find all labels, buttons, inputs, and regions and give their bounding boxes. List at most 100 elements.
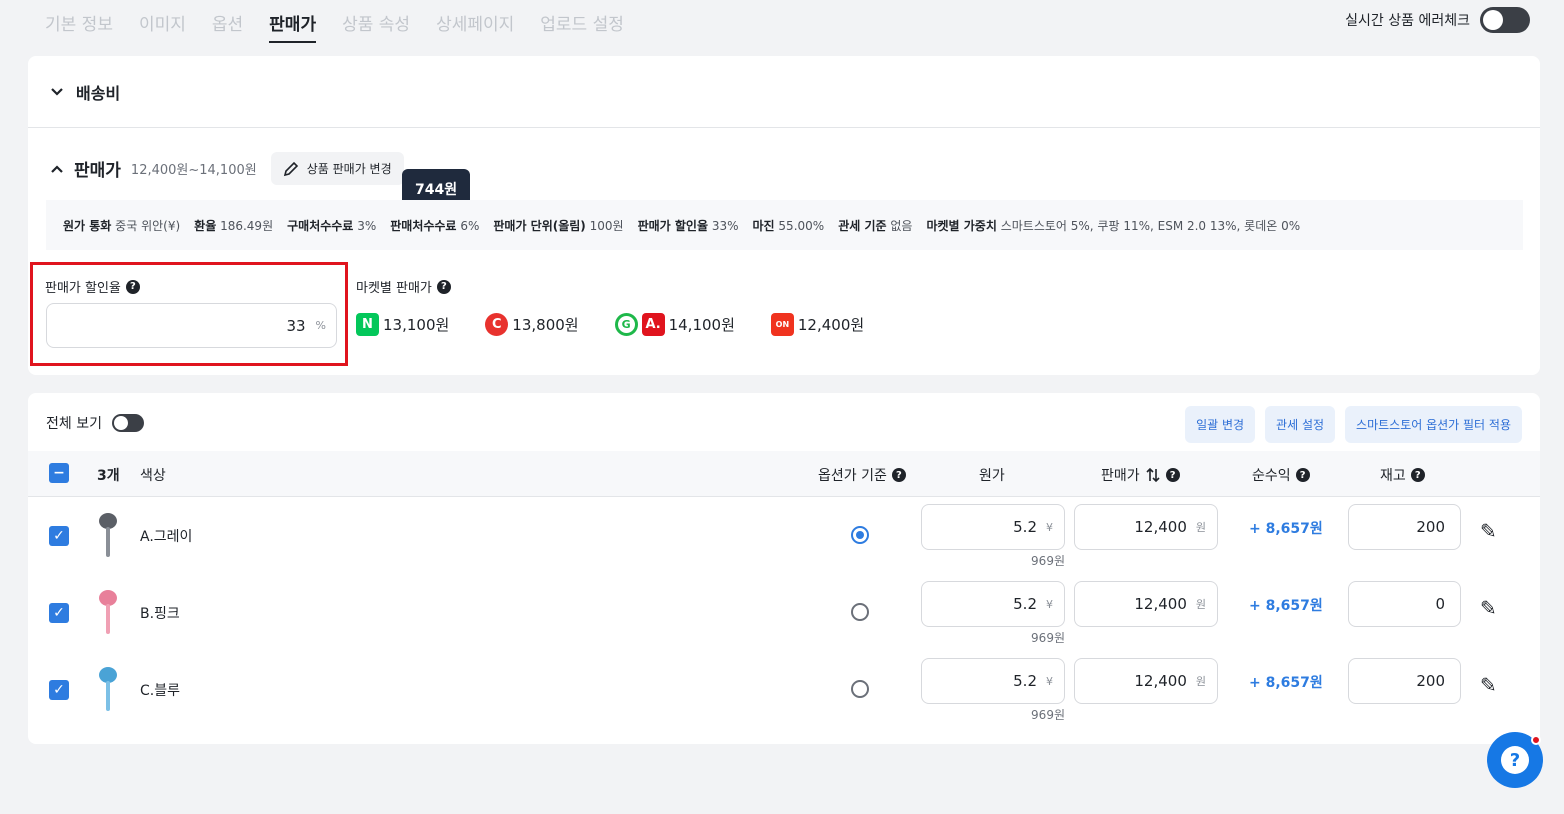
- market-price-value: 13,100원: [383, 316, 450, 334]
- sort-icon[interactable]: [1145, 467, 1161, 483]
- stock-input[interactable]: 0: [1348, 581, 1461, 627]
- price-section-header: 판매가 12,400원~14,100원 상품 판매가 변경: [50, 152, 404, 185]
- price-info-bar: 원가 통화 중국 위안(¥) 환율 186.49원 구매처수수료 3% 판매처수…: [46, 200, 1523, 250]
- realtime-error-check-label: 실시간 상품 에러체크: [1345, 13, 1470, 29]
- table-row: ✓ A.그레이 5.2 ¥ 969원 12,400 원 + 8,657원 200 ✎: [28, 499, 1540, 575]
- market-price-value: 13,800원: [512, 316, 579, 334]
- cost-krw: 969원: [1031, 708, 1065, 722]
- price-input[interactable]: 12,400 원: [1074, 581, 1218, 627]
- price-title: 판매가: [74, 161, 121, 181]
- row-checkbox[interactable]: ✓: [49, 525, 69, 546]
- edit-icon[interactable]: ✎: [1480, 519, 1497, 543]
- col-profit: 순수익?: [1252, 465, 1310, 485]
- gmarket-icon: G: [614, 313, 638, 336]
- tab-basic-info[interactable]: 기본 정보: [45, 10, 113, 43]
- coupang-icon: C: [485, 313, 509, 336]
- market-price-value: 12,400원: [797, 316, 865, 334]
- market-price-naver: N 13,100원: [356, 313, 449, 336]
- tab-images[interactable]: 이미지: [139, 10, 186, 43]
- view-all-toggle[interactable]: [111, 414, 144, 432]
- shipping-section-header[interactable]: 배송비: [28, 56, 1540, 128]
- tariff-settings-button[interactable]: 관세 설정: [1265, 406, 1336, 443]
- profit-value: + 8,657원: [1249, 675, 1323, 691]
- realtime-error-check-toggle[interactable]: [1480, 7, 1530, 33]
- market-price-label-text: 마켓별 판매가: [356, 281, 432, 296]
- price-input[interactable]: 12,400 원: [1074, 504, 1218, 550]
- market-price-lotteon: ON 12,400원: [770, 313, 865, 336]
- table-actions: 일괄 변경 관세 설정 스마트스토어 옵션가 필터 적용: [1185, 406, 1522, 443]
- market-price-value: 14,100원: [668, 316, 735, 334]
- help-chat-button[interactable]: ?: [1487, 732, 1543, 788]
- col-option-base: 옵션가 기준?: [818, 465, 906, 485]
- tab-attributes[interactable]: 상품 속성: [342, 10, 410, 43]
- help-icon[interactable]: ?: [436, 279, 451, 294]
- table-header: − 3개 색상 옵션가 기준? 원가 판매가 ? 순수익? 재고?: [28, 451, 1540, 497]
- info-item: 판매처수수료 6%: [390, 218, 480, 233]
- chevron-up-icon[interactable]: [50, 162, 64, 176]
- help-icon[interactable]: ?: [891, 468, 906, 482]
- option-name: A.그레이: [140, 529, 193, 545]
- tab-detail-page[interactable]: 상세페이지: [436, 10, 514, 43]
- tab-price[interactable]: 판매가: [269, 10, 317, 43]
- product-thumbnail: [91, 588, 125, 646]
- option-base-radio[interactable]: [851, 526, 869, 544]
- discount-label-text: 판매가 할인율: [45, 281, 121, 296]
- help-icon[interactable]: ?: [1165, 468, 1180, 482]
- change-price-label: 상품 판매가 변경: [306, 162, 392, 176]
- shipping-title: 배송비: [76, 83, 121, 103]
- option-base-radio[interactable]: [851, 680, 869, 698]
- pencil-icon: [283, 161, 298, 176]
- top-tabs: 기본 정보 이미지 옵션 판매가 상품 속성 상세페이지 업로드 설정: [45, 10, 650, 43]
- discount-input[interactable]: 33 %: [46, 303, 337, 348]
- info-item: 마진 55.00%: [752, 218, 825, 233]
- auction-icon: A.: [641, 313, 665, 336]
- option-name: B.핑크: [140, 606, 180, 622]
- cost-input[interactable]: 5.2 ¥: [921, 581, 1065, 627]
- product-thumbnail: [91, 665, 125, 723]
- option-name: C.블루: [140, 683, 180, 699]
- option-base-radio[interactable]: [851, 603, 869, 621]
- cost-input[interactable]: 5.2 ¥: [921, 658, 1065, 704]
- discount-label: 판매가 할인율 ?: [45, 277, 140, 296]
- view-all-control: 전체 보기: [46, 413, 144, 433]
- stock-input[interactable]: 200: [1348, 658, 1461, 704]
- table-row: ✓ B.핑크 5.2 ¥ 969원 12,400 원 + 8,657원 0 ✎: [28, 576, 1540, 652]
- change-price-button[interactable]: 상품 판매가 변경: [270, 152, 404, 185]
- info-item: 환율 186.49원: [194, 218, 274, 233]
- help-icon[interactable]: ?: [125, 279, 140, 294]
- help-icon[interactable]: ?: [1410, 468, 1425, 482]
- bulk-change-button[interactable]: 일괄 변경: [1185, 406, 1256, 443]
- naver-icon: N: [356, 313, 379, 336]
- discount-unit: %: [315, 319, 326, 332]
- info-item: 마켓별 가중치 스마트스토어 5%, 쿠팡 11%, ESM 2.0 13%, …: [926, 218, 1301, 233]
- row-checkbox[interactable]: ✓: [49, 679, 69, 700]
- edit-icon[interactable]: ✎: [1480, 673, 1497, 697]
- options-table-card: 전체 보기 일괄 변경 관세 설정 스마트스토어 옵션가 필터 적용 − 3개 …: [28, 393, 1540, 744]
- product-thumbnail: [91, 511, 125, 569]
- tab-upload-settings[interactable]: 업로드 설정: [540, 10, 624, 43]
- cost-krw: 969원: [1031, 631, 1065, 645]
- row-checkbox[interactable]: ✓: [49, 602, 69, 623]
- cost-input[interactable]: 5.2 ¥: [921, 504, 1065, 550]
- price-range: 12,400원~14,100원: [130, 163, 257, 178]
- col-color: 색상: [140, 468, 166, 484]
- info-item: 판매가 단위(올림) 100원: [493, 218, 624, 233]
- row-count: 3개: [97, 468, 120, 484]
- select-all-checkbox[interactable]: −: [49, 463, 69, 483]
- view-all-label: 전체 보기: [46, 416, 102, 432]
- cost-krw: 969원: [1031, 554, 1065, 568]
- info-item: 관세 기준 없음: [838, 218, 913, 233]
- price-input[interactable]: 12,400 원: [1074, 658, 1218, 704]
- chevron-down-icon: [51, 87, 63, 96]
- stock-input[interactable]: 200: [1348, 504, 1461, 550]
- profit-value: + 8,657원: [1249, 598, 1323, 614]
- edit-icon[interactable]: ✎: [1480, 596, 1497, 620]
- col-price: 판매가 ?: [1101, 465, 1180, 485]
- lotteon-icon: ON: [770, 313, 794, 336]
- smartstore-filter-button[interactable]: 스마트스토어 옵션가 필터 적용: [1345, 406, 1522, 443]
- help-icon[interactable]: ?: [1295, 468, 1310, 482]
- info-item: 원가 통화 중국 위안(¥): [63, 218, 181, 233]
- market-prices: N 13,100원 C 13,800원 G A. 14,100원 ON 12,4…: [356, 313, 864, 336]
- tab-options[interactable]: 옵션: [212, 10, 243, 43]
- col-cost: 원가: [979, 468, 1005, 484]
